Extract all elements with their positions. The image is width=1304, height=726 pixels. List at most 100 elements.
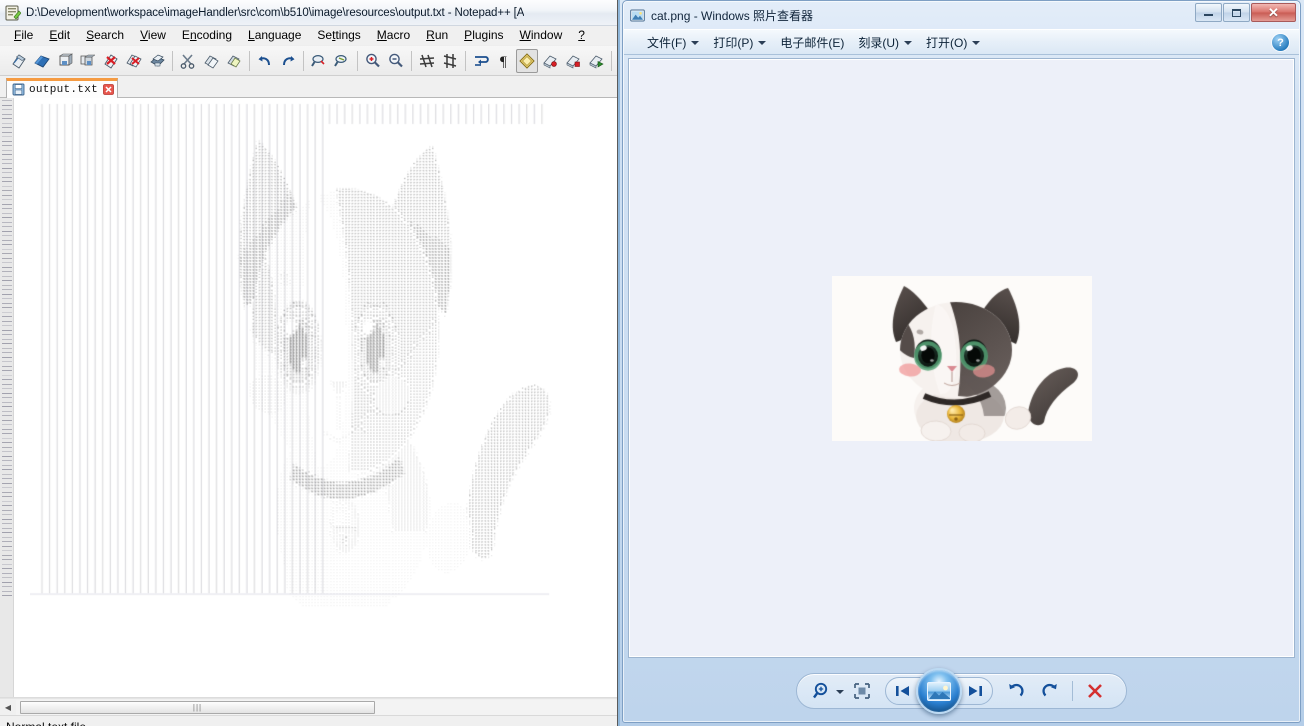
toolbar-separator [303, 50, 304, 71]
tab-output-txt[interactable]: output.txt [6, 78, 119, 98]
menu-language[interactable]: Language [240, 27, 309, 44]
photoviewer-image-stage[interactable] [628, 58, 1295, 658]
replace-icon[interactable] [331, 49, 353, 73]
save-all-icon[interactable] [77, 49, 99, 73]
menu-plugins[interactable]: Plugins [456, 27, 511, 44]
toolbar-separator [411, 50, 412, 71]
menu-run[interactable]: Run [418, 27, 456, 44]
redo-icon[interactable] [277, 49, 299, 73]
menu-encoding[interactable]: Encoding [174, 27, 240, 44]
next-image-button[interactable] [958, 677, 992, 705]
toolbar-separator [249, 50, 250, 71]
zoom-tool-button[interactable] [811, 677, 845, 705]
undo-icon[interactable] [254, 49, 276, 73]
actual-size-button[interactable] [845, 677, 879, 705]
menu-search[interactable]: Search [78, 27, 132, 44]
svg-text:¶: ¶ [500, 54, 507, 70]
minimize-button[interactable] [1195, 3, 1222, 22]
help-icon[interactable]: ? [1272, 34, 1289, 51]
toolbar-separator [357, 50, 358, 71]
editor-left-margin [14, 98, 30, 697]
toolbar-separator [465, 50, 466, 71]
photo-viewer-icon [630, 8, 645, 23]
menu-window[interactable]: Window [512, 27, 571, 44]
menu-settings[interactable]: Settings [309, 27, 368, 44]
new-file-icon[interactable] [8, 49, 30, 73]
zoom-out-icon[interactable] [385, 49, 407, 73]
menu-edit[interactable]: Edit [41, 27, 78, 44]
saved-document-icon [12, 83, 25, 96]
notepadpp-menubar: File Edit Search View Encoding Language … [0, 26, 617, 46]
notepad-plus-plus-window: D:\Development\workspace\imageHandler\sr… [0, 0, 618, 726]
chevron-down-icon [904, 41, 912, 45]
menu-macro[interactable]: Macro [369, 27, 418, 44]
rotate-counterclockwise-button[interactable] [999, 677, 1033, 705]
macro-record-icon[interactable] [539, 49, 561, 73]
notepadpp-tabbar: output.txt [0, 76, 617, 98]
editor-horizontal-scrollbar[interactable]: ◀ ||| [0, 698, 617, 715]
toolbar-separator [611, 50, 612, 71]
zoom-in-icon[interactable] [362, 49, 384, 73]
user-defined-language-icon[interactable] [516, 48, 538, 73]
notepadpp-statusbar: Normal text file [0, 715, 617, 726]
menu-help[interactable]: ? [570, 27, 593, 44]
open-file-icon[interactable] [31, 49, 53, 73]
save-file-icon[interactable] [54, 49, 76, 73]
menu-burn-label: 刻录(U) [858, 35, 899, 50]
close-button[interactable]: ✕ [1251, 3, 1296, 22]
notepadpp-toolbar: ¶ [0, 46, 617, 76]
editor-fold-gutter[interactable] [0, 98, 14, 697]
menu-burn[interactable]: 刻录(U) [851, 32, 919, 53]
windows-photo-viewer-window: cat.png - Windows 照片查看器 ✕ 文件(F) 打印(P) 电子… [620, 0, 1304, 726]
word-wrap-icon[interactable] [470, 49, 492, 73]
print-icon[interactable] [146, 49, 168, 73]
maximize-button[interactable] [1223, 3, 1250, 22]
photoviewer-window-controls: ✕ [1194, 3, 1296, 22]
screen: D:\Development\workspace\imageHandler\sr… [0, 0, 1304, 726]
menu-file[interactable]: 文件(F) [640, 32, 706, 53]
scrollbar-track[interactable]: ||| [16, 699, 617, 715]
find-icon[interactable] [308, 49, 330, 73]
notepad-plus-plus-icon [5, 5, 22, 21]
chevron-down-icon [836, 690, 844, 694]
help-label: ? [1277, 36, 1284, 49]
show-all-characters-icon[interactable]: ¶ [493, 49, 515, 73]
menu-open[interactable]: 打开(O) [919, 32, 987, 53]
notepadpp-editor[interactable] [0, 98, 617, 698]
copy-icon[interactable] [200, 49, 222, 73]
notepadpp-titlebar: D:\Development\workspace\imageHandler\sr… [0, 0, 617, 26]
menu-email[interactable]: 电子邮件(E) [773, 32, 851, 53]
chevron-down-icon [972, 41, 981, 45]
menu-view[interactable]: View [132, 27, 174, 44]
sync-horizontal-scroll-icon[interactable] [439, 49, 461, 73]
menu-print[interactable]: 打印(P) [706, 32, 773, 53]
tab-label: output.txt [29, 83, 99, 96]
close-all-icon[interactable] [123, 49, 145, 73]
sync-vertical-scroll-icon[interactable] [416, 49, 438, 73]
scrollbar-thumb[interactable]: ||| [20, 700, 375, 714]
rotate-clockwise-button[interactable] [1033, 677, 1067, 705]
close-icon: ✕ [1268, 5, 1279, 20]
menu-print-label: 打印(P) [713, 35, 754, 50]
cut-icon[interactable] [177, 49, 199, 73]
play-slideshow-button[interactable] [916, 668, 962, 714]
menu-open-label: 打开(O) [926, 35, 968, 50]
paste-icon[interactable] [223, 49, 245, 73]
previous-image-button[interactable] [886, 677, 920, 705]
close-file-icon[interactable] [100, 49, 122, 73]
delete-button[interactable] [1078, 677, 1112, 705]
macro-play-icon[interactable] [585, 49, 607, 73]
menu-email-label: 电子邮件(E) [780, 35, 845, 50]
toolbar-separator [1072, 681, 1073, 701]
minimize-icon [1204, 14, 1213, 16]
close-tab-icon[interactable] [102, 84, 114, 96]
slideshow-icon [927, 681, 951, 701]
chevron-down-icon [758, 41, 767, 45]
editor-text-area[interactable] [30, 98, 617, 697]
scroll-left-arrow-icon[interactable]: ◀ [0, 700, 16, 715]
menu-file[interactable]: File [6, 27, 41, 44]
photoviewer-window-title: cat.png - Windows 照片查看器 [651, 8, 814, 23]
photoviewer-titlebar: cat.png - Windows 照片查看器 ✕ [623, 1, 1300, 29]
toolbar-separator [172, 50, 173, 71]
macro-stop-icon[interactable] [562, 49, 584, 73]
